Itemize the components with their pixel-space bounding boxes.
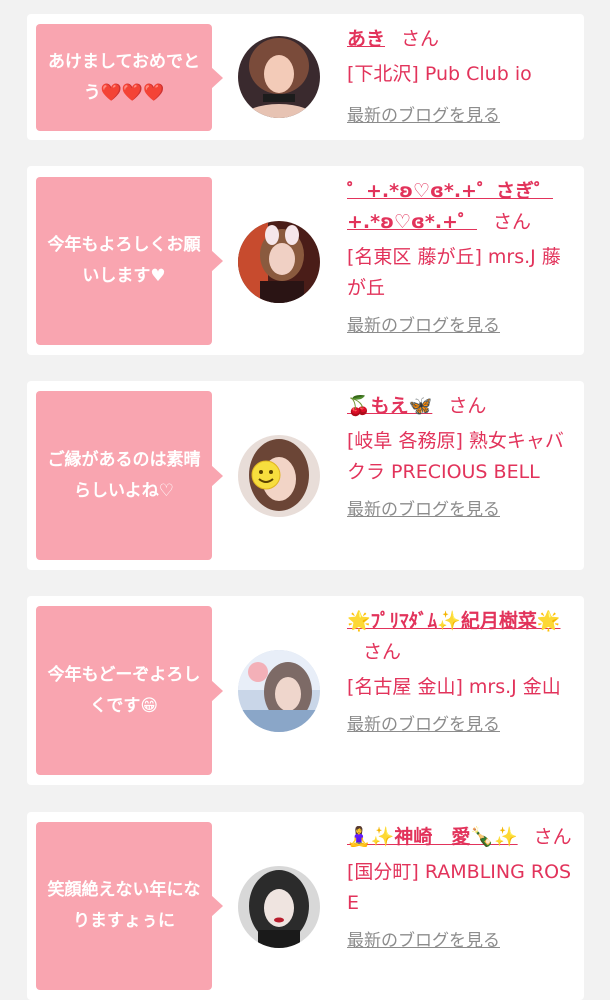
shop-info: [名東区 藤が丘] mrs.J 藤が丘 xyxy=(347,246,561,299)
name-line: 🧘‍♀️✨神崎 愛🍾✨ さん xyxy=(347,822,575,853)
blog-link[interactable]: 最新のブログを見る xyxy=(347,929,575,953)
entry-info: あき さん [下北沢] Pub Club io 最新のブログを見る xyxy=(347,24,575,128)
shop-info: [下北沢] Pub Club io xyxy=(347,63,532,85)
entry-info: ゜+.*ʚ♡ɞ*.+゜さぎ゜+.*ʚ♡ɞ*.+゜ さん [名東区 藤が丘] mrs… xyxy=(347,176,575,338)
honorific: さん xyxy=(533,826,572,848)
user-name-link[interactable]: 🌟ﾌﾟﾘﾏﾀﾞﾑ✨紀月樹菜🌟 xyxy=(347,610,560,632)
honorific: さん xyxy=(401,28,440,50)
avatar-photo xyxy=(238,221,320,303)
avatar[interactable] xyxy=(238,36,320,118)
name-line: 🌟ﾌﾟﾘﾏﾀﾞﾑ✨紀月樹菜🌟 さん xyxy=(347,606,575,668)
message-text: あけましておめでとう❤️❤️❤️ xyxy=(48,51,200,103)
blog-link[interactable]: 最新のブログを見る xyxy=(347,104,575,128)
name-line: 🍒もえ🦋 さん xyxy=(347,391,575,422)
message-text: ご縁があるのは素晴らしいよね♡ xyxy=(47,449,201,501)
message-text: 今年もどーぞよろしくです😁 xyxy=(47,664,201,716)
greeting-list: あけましておめでとう❤️❤️❤️ あき さん [下北沢] Pub Club io … xyxy=(0,0,610,1000)
avatar[interactable] xyxy=(238,866,320,948)
avatar[interactable] xyxy=(238,221,320,303)
message-text: 笑顔絶えない年になりますょぅに xyxy=(47,880,201,931)
entry-info: 🧘‍♀️✨神崎 愛🍾✨ さん [国分町] RAMBLING ROSE 最新のブログ… xyxy=(347,822,575,953)
honorific: さん xyxy=(448,395,487,417)
avatar-photo xyxy=(238,866,320,948)
user-name-link[interactable]: あき xyxy=(347,28,385,50)
list-item: 今年もよろしくお願いします♥ ゜+.*ʚ♡ɞ*.+゜さぎ゜+.*ʚ♡ɞ*.+゜さ… xyxy=(27,166,584,355)
shop-info: [国分町] RAMBLING ROSE xyxy=(347,861,572,914)
avatar-photo xyxy=(238,435,320,517)
avatar[interactable] xyxy=(238,435,320,517)
message-bubble: 今年もどーぞよろしくです😁 xyxy=(36,606,223,775)
message-bubble: 今年もよろしくお願いします♥ xyxy=(36,177,223,345)
name-line: あき さん xyxy=(347,24,575,55)
list-item: 笑顔絶えない年になりますょぅに 🧘‍♀️✨神崎 愛🍾✨ さん [国分町] RAMB… xyxy=(27,812,584,1000)
user-name-link[interactable]: 🧘‍♀️✨神崎 愛🍾✨ xyxy=(347,826,518,848)
avatar-photo xyxy=(238,36,320,118)
message-text: 今年もよろしくお願いします♥ xyxy=(47,235,201,286)
list-item: あけましておめでとう❤️❤️❤️ あき さん [下北沢] Pub Club io … xyxy=(27,14,584,140)
message-bubble: あけましておめでとう❤️❤️❤️ xyxy=(36,24,223,131)
user-name-link[interactable]: 🍒もえ🦋 xyxy=(347,395,432,417)
blog-link[interactable]: 最新のブログを見る xyxy=(347,713,575,737)
shop-info: [名古屋 金山] mrs.J 金山 xyxy=(347,676,561,698)
list-item: 今年もどーぞよろしくです😁 🌟ﾌﾟﾘﾏﾀﾞﾑ✨紀月樹菜🌟 さん [名古屋 金山] … xyxy=(27,596,584,785)
entry-info: 🍒もえ🦋 さん [岐阜 各務原] 熟女キャバクラ PRECIOUS BELL 最新… xyxy=(347,391,575,522)
avatar-photo xyxy=(238,650,320,732)
list-item: ご縁があるのは素晴らしいよね♡ 🍒もえ🦋 さん [岐阜 各務原] 熟女キャバクラ … xyxy=(27,381,584,570)
honorific: さん xyxy=(492,211,531,233)
honorific: さん xyxy=(363,641,402,663)
entry-info: 🌟ﾌﾟﾘﾏﾀﾞﾑ✨紀月樹菜🌟 さん [名古屋 金山] mrs.J 金山 最新のブロ… xyxy=(347,606,575,737)
blog-link[interactable]: 最新のブログを見る xyxy=(347,498,575,522)
shop-info: [岐阜 各務原] 熟女キャバクラ PRECIOUS BELL xyxy=(347,430,564,483)
avatar[interactable] xyxy=(238,650,320,732)
blog-link[interactable]: 最新のブログを見る xyxy=(347,314,575,338)
name-line: ゜+.*ʚ♡ɞ*.+゜さぎ゜+.*ʚ♡ɞ*.+゜ さん xyxy=(347,176,575,238)
message-bubble: 笑顔絶えない年になりますょぅに xyxy=(36,822,223,990)
message-bubble: ご縁があるのは素晴らしいよね♡ xyxy=(36,391,223,560)
